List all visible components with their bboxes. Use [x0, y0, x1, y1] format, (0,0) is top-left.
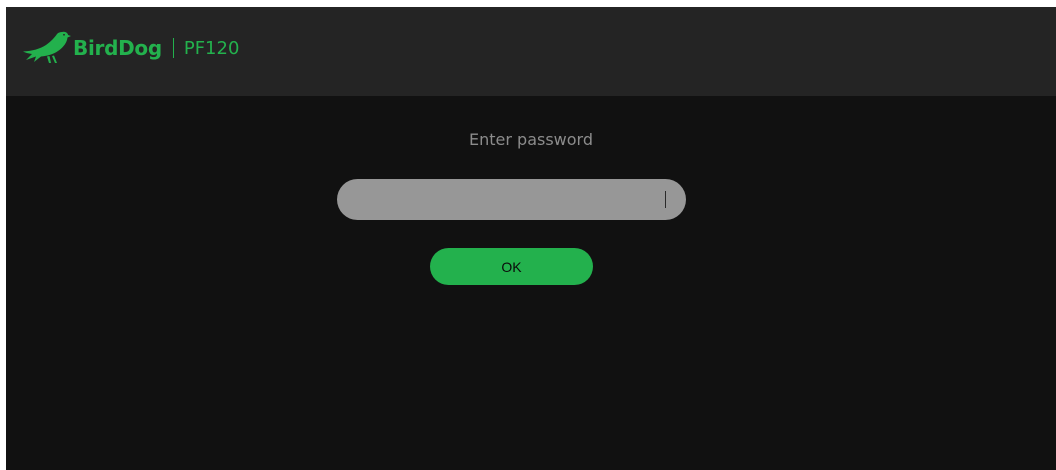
- model-name: PF120: [183, 37, 240, 59]
- brand-divider: [172, 38, 174, 58]
- bird-icon: [23, 31, 71, 63]
- password-prompt: Enter password: [469, 130, 593, 149]
- ok-button[interactable]: OK: [430, 248, 593, 285]
- brand-name: BirdDog: [73, 36, 162, 60]
- brand-logo: BirdDog PF120: [22, 25, 239, 69]
- password-field-wrapper: [337, 179, 686, 220]
- app-window: BirdDog PF120 Enter password OK: [6, 7, 1056, 470]
- text-cursor: [665, 191, 666, 208]
- password-input[interactable]: [337, 179, 686, 220]
- top-header: BirdDog PF120: [6, 7, 1056, 96]
